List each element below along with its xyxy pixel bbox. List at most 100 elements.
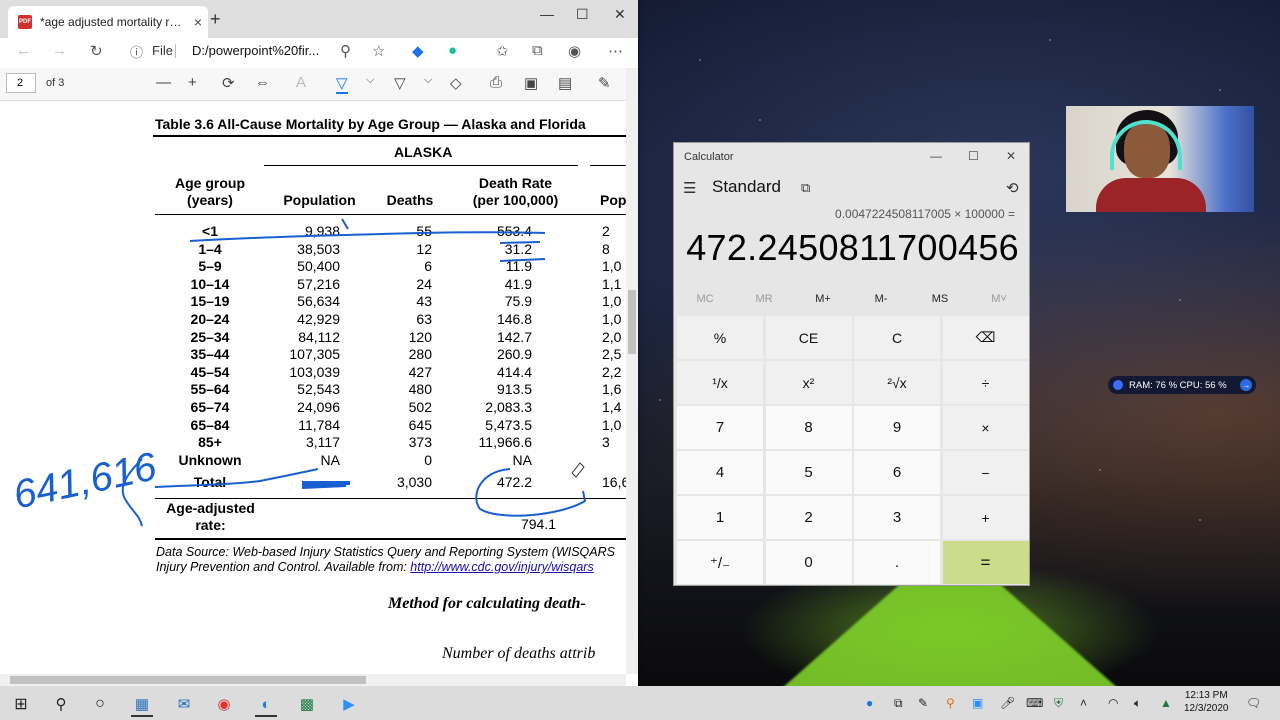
vertical-scrollbar[interactable] xyxy=(626,68,638,674)
wifi-icon[interactable]: ◠ xyxy=(1108,696,1118,710)
multiply-button[interactable]: × xyxy=(942,406,1029,449)
highlight-dropdown-icon[interactable]: ⌵ xyxy=(366,74,374,87)
calc-maximize-button[interactable]: ☐ xyxy=(968,149,979,163)
extension-icon[interactable]: ◆ xyxy=(412,42,424,60)
tray-security-icon[interactable]: ⛨ xyxy=(1054,696,1063,711)
clear-button[interactable]: C xyxy=(854,316,940,359)
backspace-button[interactable]: ⌫ xyxy=(942,316,1029,359)
draw-icon[interactable]: ▽ xyxy=(394,74,406,92)
zoom-app-icon[interactable]: ▶ xyxy=(338,693,360,715)
memory-button-4[interactable]: MS xyxy=(915,293,965,305)
tray-app-icon-1[interactable]: ● xyxy=(866,696,873,710)
clear-entry-button[interactable]: CE xyxy=(765,316,852,359)
perf-expand-icon[interactable]: → xyxy=(1240,379,1252,391)
info-icon[interactable]: ⓘ xyxy=(130,42,143,61)
save-as-icon[interactable]: ▤ xyxy=(558,74,572,92)
horizontal-scroll-thumb[interactable] xyxy=(10,676,366,684)
tray-network-icon[interactable]: ▲ xyxy=(1160,696,1172,710)
decimal-button[interactable]: . xyxy=(854,541,940,584)
zoom-icon[interactable]: ⚲ xyxy=(340,42,351,60)
memory-button-2[interactable]: M+ xyxy=(798,293,848,305)
collections-icon[interactable]: ⧉ xyxy=(532,42,543,59)
tray-mic-icon[interactable]: 🎤︎ xyxy=(1000,696,1015,710)
history-icon[interactable]: ⟲ xyxy=(1006,179,1019,197)
plus-button[interactable]: + xyxy=(942,496,1029,539)
draw-dropdown-icon[interactable]: ⌵ xyxy=(424,74,432,87)
eraser-icon[interactable]: ◇ xyxy=(450,74,462,92)
memory-button-5[interactable]: M˅ xyxy=(974,293,1024,305)
page-number-input[interactable]: 2 xyxy=(6,73,36,93)
save-icon[interactable]: ▣ xyxy=(524,74,538,92)
tray-zoom-icon[interactable]: ▣ xyxy=(972,696,983,710)
digit-4-button[interactable]: 4 xyxy=(677,451,763,494)
fit-page-icon[interactable]: ⇔ xyxy=(255,74,270,91)
tray-app-icon-3[interactable]: ✎ xyxy=(918,696,928,710)
percent-button[interactable]: % xyxy=(677,316,763,359)
search-icon[interactable]: ⚲ xyxy=(50,693,72,715)
favorite-star-icon[interactable]: ☆ xyxy=(372,42,385,60)
rotate-icon[interactable]: ⟳ xyxy=(222,74,235,92)
print-icon[interactable]: ⎙ xyxy=(490,74,502,91)
tray-input-icon[interactable]: ⌨ xyxy=(1026,696,1043,710)
digit-6-button[interactable]: 6 xyxy=(854,451,940,494)
keep-on-top-icon[interactable]: ⧉ xyxy=(801,180,810,196)
taskbar-clock[interactable]: 12:13 PM 12/3/2020 xyxy=(1184,689,1229,715)
divide-button[interactable]: ÷ xyxy=(942,361,1029,404)
calc-close-button[interactable]: ✕ xyxy=(1006,149,1016,163)
cortana-icon[interactable]: ○ xyxy=(89,693,111,715)
browser-tab[interactable]: PDF *age adjusted mortality rates, de × xyxy=(8,6,208,38)
deaths-cell: 645 xyxy=(408,416,432,433)
zoom-out-icon[interactable]: — xyxy=(156,74,171,91)
square-root-button[interactable]: ²√x xyxy=(854,361,940,404)
memory-button-1[interactable]: MR xyxy=(739,293,789,305)
vertical-scroll-thumb[interactable] xyxy=(628,290,636,354)
tray-chevron-up-icon[interactable]: ˄ xyxy=(1080,696,1087,710)
minimize-button[interactable]: — xyxy=(540,6,554,22)
volume-icon[interactable]: 🔈︎ xyxy=(1134,696,1141,711)
mail-icon[interactable]: ✉ xyxy=(173,693,195,715)
digit-7-button[interactable]: 7 xyxy=(677,406,763,449)
read-aloud-icon[interactable]: A xyxy=(296,74,306,91)
digit-2-button[interactable]: 2 xyxy=(765,496,852,539)
pin-toolbar-icon[interactable]: ✎ xyxy=(598,74,611,92)
notifications-icon[interactable]: 🗨︎ xyxy=(1246,696,1261,710)
memory-button-0[interactable]: MC xyxy=(680,293,730,305)
digit-9-button[interactable]: 9 xyxy=(854,406,940,449)
tab-close-button[interactable]: × xyxy=(188,14,208,30)
digit-1-button[interactable]: 1 xyxy=(677,496,763,539)
digit-8-button[interactable]: 8 xyxy=(765,406,852,449)
close-window-button[interactable]: ✕ xyxy=(614,6,626,23)
tray-app-icon-4[interactable]: ⚲ xyxy=(946,696,955,710)
minus-button[interactable]: − xyxy=(942,451,1029,494)
favorites-icon[interactable]: ✩ xyxy=(496,42,509,60)
reciprocal-button[interactable]: ¹/x xyxy=(677,361,763,404)
digit-0-button[interactable]: 0 xyxy=(765,541,852,584)
grammarly-icon[interactable]: ● xyxy=(448,42,457,59)
equals-button[interactable]: = xyxy=(942,541,1029,584)
calculator-taskbar-icon[interactable]: ▦ xyxy=(131,693,153,717)
calc-minimize-button[interactable]: — xyxy=(930,149,942,163)
hamburger-menu-icon[interactable]: ☰ xyxy=(683,179,696,197)
memory-button-3[interactable]: M- xyxy=(856,293,906,305)
chrome-icon[interactable]: ◉ xyxy=(213,693,235,715)
square-button[interactable]: x² xyxy=(765,361,852,404)
performance-widget[interactable]: RAM: 76 % CPU: 56 % → xyxy=(1108,376,1256,394)
zoom-in-icon[interactable]: + xyxy=(188,74,197,91)
refresh-icon[interactable]: ↻ xyxy=(90,42,103,60)
url-input[interactable]: D:/powerpoint%20fir... xyxy=(192,43,319,58)
forward-arrow-icon[interactable]: → xyxy=(52,42,67,59)
negate-button[interactable]: ⁺/₋ xyxy=(677,541,763,584)
maximize-button[interactable]: ☐ xyxy=(576,6,589,23)
digit-5-button[interactable]: 5 xyxy=(765,451,852,494)
back-arrow-icon[interactable]: ← xyxy=(16,42,31,59)
new-tab-button[interactable]: + xyxy=(210,9,221,30)
digit-3-button[interactable]: 3 xyxy=(854,496,940,539)
windows-start-icon[interactable]: ⊞ xyxy=(10,693,32,715)
wisqars-link[interactable]: http://www.cdc.gov/injury/wisqars xyxy=(410,560,593,574)
tray-app-icon-2[interactable]: ⧉ xyxy=(894,696,903,711)
edge-icon[interactable]: ◐ xyxy=(255,693,277,717)
more-menu-icon[interactable]: ⋯ xyxy=(608,42,623,60)
excel-icon[interactable]: ▩ xyxy=(296,693,318,715)
profile-avatar-icon[interactable]: ◉ xyxy=(568,42,581,60)
highlight-icon[interactable]: ▽ xyxy=(336,74,348,94)
